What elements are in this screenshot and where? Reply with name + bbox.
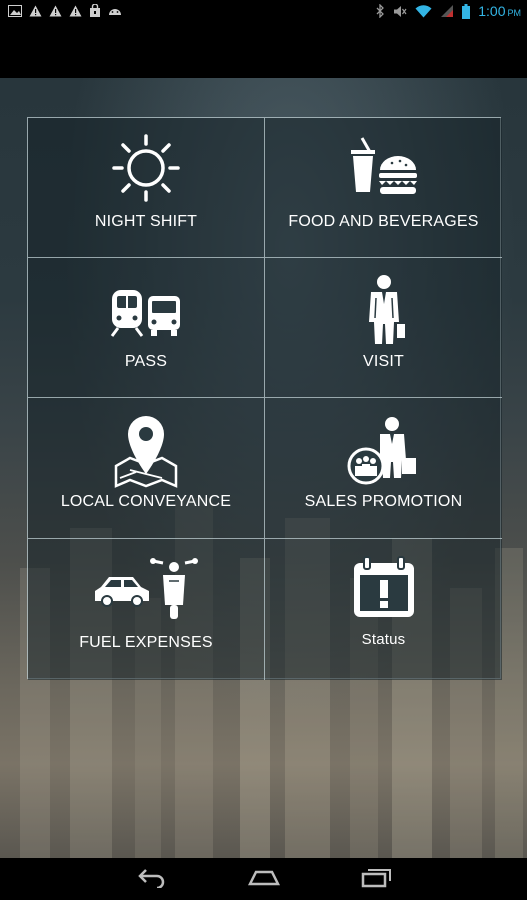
- sales-presenter-icon: [344, 414, 424, 493]
- bluetooth-icon: [376, 4, 385, 18]
- wifi-icon: [415, 4, 432, 18]
- main-content: NIGHT SHIFT FOOD AND BEVERAGES PASS VISI…: [0, 78, 527, 858]
- picture-icon: [8, 4, 22, 17]
- businessman-icon: [344, 274, 424, 353]
- warning-icon: [69, 5, 82, 17]
- tile-label: LOCAL CONVEYANCE: [60, 493, 232, 510]
- night-sun-moon-icon: [106, 134, 186, 209]
- tile-night-shift[interactable]: NIGHT SHIFT: [28, 118, 265, 258]
- signal-icon: [440, 4, 454, 18]
- notification-icons: [8, 4, 122, 17]
- tile-local-conveyance[interactable]: LOCAL CONVEYANCE: [28, 398, 265, 539]
- tile-label: SALES PROMOTION: [304, 493, 463, 510]
- warning-icon: [49, 5, 62, 17]
- tile-sales-promotion[interactable]: SALES PROMOTION: [265, 398, 502, 539]
- tile-visit[interactable]: VISIT: [265, 258, 502, 398]
- car-scooter-icon: [91, 551, 201, 630]
- lock-bag-icon: [89, 4, 101, 17]
- tile-fuel-expenses[interactable]: FUEL EXPENSES: [28, 539, 265, 680]
- battery-icon: [462, 3, 471, 19]
- tile-label: NIGHT SHIFT: [94, 213, 198, 230]
- back-button[interactable]: [128, 866, 176, 892]
- tile-label: Status: [361, 631, 406, 648]
- tile-status[interactable]: Status: [265, 539, 502, 680]
- map-pin-icon: [106, 414, 186, 493]
- status-bar: 1:00 PM: [0, 0, 527, 24]
- tile-food-and-beverages[interactable]: FOOD AND BEVERAGES: [265, 118, 502, 258]
- system-icons: 1:00 PM: [376, 3, 521, 19]
- food-drink-icon: [344, 134, 424, 209]
- tile-label: VISIT: [362, 353, 404, 370]
- tile-label: FUEL EXPENSES: [79, 634, 213, 651]
- recents-icon: [352, 866, 400, 888]
- tile-label: PASS: [124, 353, 168, 370]
- mute-icon: [393, 5, 407, 18]
- menu-grid: NIGHT SHIFT FOOD AND BEVERAGES PASS VISI…: [27, 117, 502, 680]
- home-icon: [240, 866, 288, 888]
- app-screen: 1:00 PM NIGHT SHIFT FOOD AND BEVERAGES P…: [0, 0, 527, 900]
- back-icon: [128, 866, 176, 888]
- clock: 1:00 PM: [478, 3, 521, 19]
- action-bar: [0, 24, 527, 78]
- home-button[interactable]: [240, 866, 288, 892]
- tile-label: FOOD AND BEVERAGES: [288, 213, 479, 230]
- recents-button[interactable]: [352, 866, 400, 892]
- train-bus-icon: [106, 274, 186, 349]
- android-icon: [108, 5, 122, 16]
- tile-pass[interactable]: PASS: [28, 258, 265, 398]
- navigation-bar: [0, 858, 527, 900]
- warning-icon: [29, 5, 42, 17]
- calendar-alert-icon: [344, 553, 424, 628]
